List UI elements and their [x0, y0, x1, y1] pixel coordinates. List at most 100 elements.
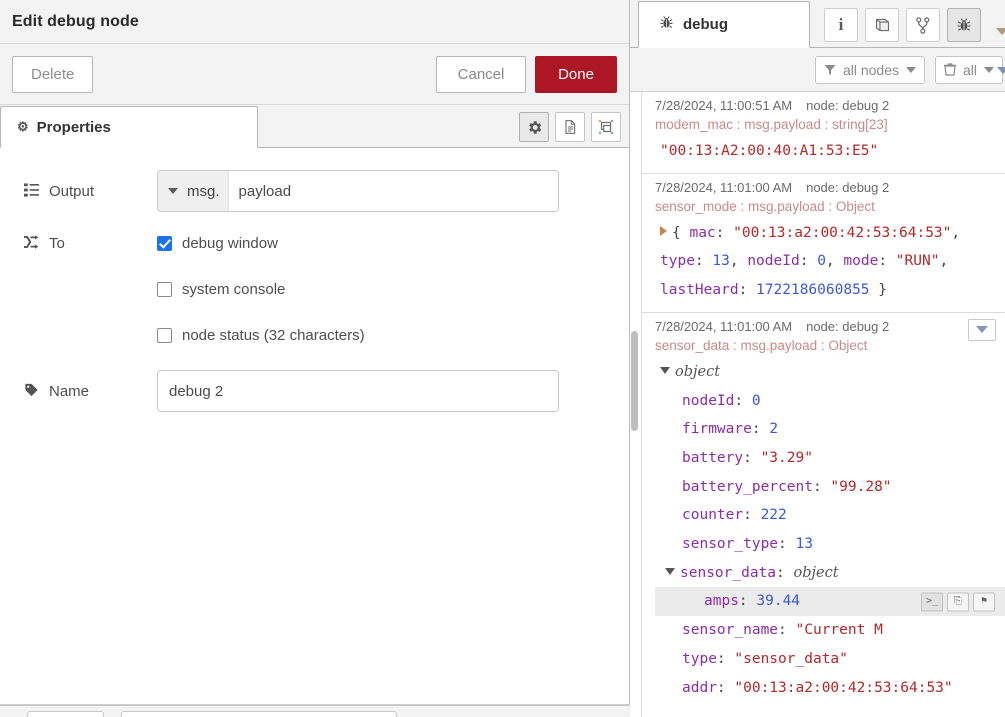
tag-icon — [24, 383, 40, 400]
property-value: 13 — [795, 536, 813, 553]
context-branch-icon — [916, 16, 930, 34]
debug-console-icon[interactable]: >_ — [921, 592, 943, 612]
sidebar-tab-debug-icon[interactable] — [947, 8, 981, 42]
debug-window-label[interactable]: debug window — [182, 235, 278, 252]
message-body: object nodeId: 0 firmware: 2 battery: "3.2… — [655, 358, 1005, 703]
collapse-object-icon[interactable] — [660, 366, 670, 374]
toolbar-overflow-icon[interactable] — [997, 67, 1005, 74]
shuffle-icon — [24, 234, 40, 252]
filter-nodes-button[interactable]: all nodes — [814, 55, 925, 84]
collapse-object-icon[interactable] — [665, 567, 675, 575]
cancel-button[interactable]: Cancel — [436, 55, 526, 93]
description-tool-button[interactable] — [555, 112, 585, 142]
object-property-row[interactable]: firmware: 2 — [660, 415, 997, 444]
sidebar-icon-tabs: i — [824, 8, 981, 42]
dialog-tab-tools — [519, 112, 621, 142]
message-string-value: "00:13:A2:00:40:A1:53:E5" — [660, 143, 879, 159]
object-property-row[interactable]: sensor_type: 13 — [660, 530, 997, 559]
copy-value-icon[interactable]: ⎘ — [947, 592, 969, 612]
output-field: msg. — [157, 170, 559, 212]
checkbox-row-system-console[interactable]: system console — [157, 266, 559, 312]
object-token: : — [799, 253, 818, 270]
tab-properties[interactable]: ⚙ Properties — [0, 106, 258, 148]
appearance-icon — [598, 119, 614, 135]
sidebar-tab-debug[interactable]: debug — [638, 1, 810, 48]
debug-window-checkbox[interactable] — [157, 235, 172, 251]
clear-messages-button[interactable]: all — [934, 55, 1003, 84]
debug-scrollbar-thumb[interactable] — [631, 331, 638, 431]
properties-tool-button[interactable] — [519, 112, 549, 142]
output-property-input[interactable] — [228, 171, 558, 211]
debug-messages-list: 7/28/2024, 11:00:51 AM node: debug 2 mod… — [642, 92, 1005, 717]
object-property-row[interactable]: addr: "00:13:a2:00:42:53:64:53" — [660, 674, 997, 703]
pin-icon[interactable]: ⚑ — [973, 592, 995, 612]
sidebar-tab-context[interactable] — [906, 8, 940, 42]
debug-message[interactable]: 7/28/2024, 11:01:00 AM node: debug 2 sen… — [642, 313, 1005, 709]
expand-object-icon[interactable] — [660, 225, 667, 236]
output-type-label: msg. — [187, 182, 220, 200]
sidebar-tabs-overflow-icon[interactable] — [996, 28, 1005, 35]
debug-messages-scroll-area[interactable]: 7/28/2024, 11:00:51 AM node: debug 2 mod… — [630, 92, 1005, 717]
trash-icon — [943, 63, 956, 76]
dialog-title: Edit debug node — [12, 12, 139, 30]
message-meta: 7/28/2024, 11:01:00 AM node: debug 2 — [655, 319, 997, 334]
message-body: { mac: "00:13:a2:00:42:53:64:53", type: … — [655, 219, 997, 305]
debug-toolbar: all nodes all — [630, 48, 1005, 92]
property-separator: : — [812, 478, 831, 495]
property-separator: : — [778, 536, 796, 553]
object-property-row[interactable]: battery_percent: "99.28" — [660, 473, 997, 502]
message-meta: 7/28/2024, 11:01:00 AM node: debug 2 — [655, 180, 997, 195]
done-button[interactable]: Done — [535, 55, 617, 93]
object-property-row[interactable]: amps: 39.44 >_ ⎘ ⚑ — [655, 587, 1005, 617]
chevron-down-icon — [168, 188, 178, 194]
object-property-row[interactable]: nodeId: 0 — [660, 387, 997, 416]
dialog-footer-strip — [0, 705, 630, 717]
property-key: sensor_type — [682, 536, 779, 553]
message-menu-button[interactable] — [968, 318, 996, 341]
name-input[interactable] — [157, 370, 559, 412]
sidebar-tab-info[interactable]: i — [824, 8, 858, 42]
filter-icon — [824, 64, 836, 75]
appearance-tool-button[interactable] — [591, 112, 621, 142]
message-meta: 7/28/2024, 11:00:51 AM node: debug 2 — [655, 98, 997, 113]
object-property-row[interactable]: sensor_data: object — [660, 559, 997, 588]
sidebar-tab-help[interactable] — [865, 8, 899, 42]
object-token: "00:13:a2:00:42:53:64:53" — [733, 224, 952, 241]
object-root-row[interactable]: object — [660, 358, 997, 387]
footer-partial-button[interactable] — [27, 711, 104, 717]
output-typed-input[interactable]: msg. — [157, 170, 559, 212]
object-property-row[interactable]: battery: "3.29" — [660, 444, 997, 473]
object-property-row[interactable]: counter: 222 — [660, 501, 997, 530]
node-status-label[interactable]: node status (32 characters) — [182, 327, 365, 344]
info-icon: i — [838, 15, 844, 34]
object-property-row[interactable]: type: "sensor_data" — [660, 645, 997, 674]
message-body: "00:13:A2:00:40:A1:53:E5" — [655, 137, 997, 166]
output-type-selector[interactable]: msg. — [158, 171, 229, 211]
delete-button[interactable]: Delete — [12, 55, 94, 93]
footer-partial-input[interactable] — [121, 711, 397, 717]
property-separator: : — [716, 679, 735, 696]
dialog-tabstrip: ⚙ Properties — [0, 105, 629, 148]
system-console-checkbox[interactable] — [157, 281, 172, 297]
checkbox-row-debug-window[interactable]: debug window — [157, 220, 559, 266]
property-separator: : — [743, 507, 761, 524]
chevron-down-icon — [984, 66, 994, 73]
object-token: type — [660, 253, 695, 270]
debug-sidebar: debug i all nodes all 7/28/2024, 11:00:5… — [630, 0, 1005, 717]
property-value: 222 — [760, 507, 787, 524]
debug-message[interactable]: 7/28/2024, 11:01:00 AM node: debug 2 sen… — [642, 174, 1005, 313]
debug-message[interactable]: 7/28/2024, 11:00:51 AM node: debug 2 mod… — [642, 92, 1005, 174]
object-property-row[interactable]: sensor_name: "Current M — [660, 616, 997, 645]
app-root: Edit debug node Delete Cancel Done ⚙ Pro… — [0, 0, 1005, 717]
node-status-checkbox[interactable] — [157, 327, 172, 343]
object-properties: nodeId: 0 firmware: 2 battery: "3.29" batte… — [655, 387, 1005, 703]
property-key: battery_percent — [682, 478, 813, 495]
system-console-label[interactable]: system console — [182, 281, 285, 298]
list-icon — [24, 182, 40, 200]
message-timestamp: 7/28/2024, 11:01:00 AM — [655, 318, 793, 334]
checkbox-row-node-status[interactable]: node status (32 characters) — [157, 312, 559, 358]
tab-properties-label: Properties — [36, 118, 111, 136]
form-row-output: Output msg. — [0, 170, 629, 212]
dialog-form: Output msg. payload To debug window syst… — [0, 148, 630, 717]
message-object-preview: { mac: "00:13:a2:00:42:53:64:53", type: … — [660, 225, 960, 298]
